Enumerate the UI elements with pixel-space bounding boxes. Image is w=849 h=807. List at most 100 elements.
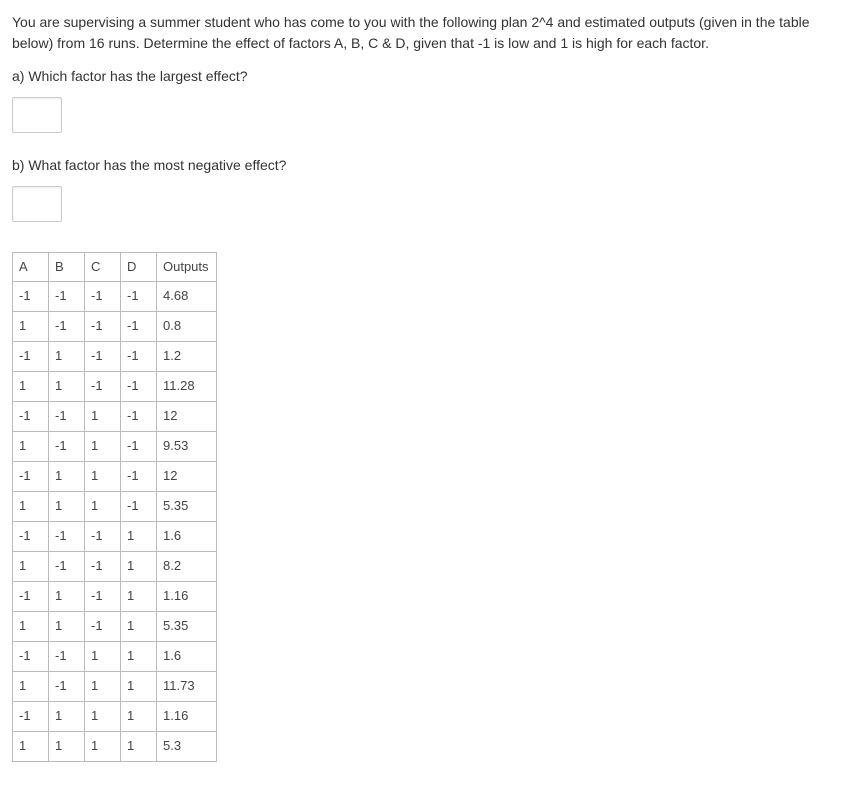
problem-intro: You are supervising a summer student who… (12, 12, 837, 54)
table-row: 1-11111.73 (13, 671, 217, 701)
table-cell: 8.2 (157, 551, 217, 581)
table-cell: -1 (85, 611, 121, 641)
table-cell: 1 (49, 491, 85, 521)
table-cell: 11.73 (157, 671, 217, 701)
data-table: A B C D Outputs -1-1-1-14.681-1-1-10.8-1… (12, 252, 217, 762)
table-cell: -1 (121, 371, 157, 401)
table-cell: 9.53 (157, 431, 217, 461)
table-row: -11-111.16 (13, 581, 217, 611)
table-cell: 1 (85, 491, 121, 521)
table-cell: -1 (13, 521, 49, 551)
table-cell: -1 (49, 521, 85, 551)
table-cell: -1 (13, 281, 49, 311)
table-cell: 1 (13, 671, 49, 701)
table-cell: -1 (13, 581, 49, 611)
table-cell: -1 (13, 401, 49, 431)
table-cell: 1 (85, 641, 121, 671)
table-cell: -1 (13, 641, 49, 671)
table-cell: -1 (85, 551, 121, 581)
table-cell: -1 (49, 281, 85, 311)
question-b: b) What factor has the most negative eff… (12, 155, 837, 176)
table-cell: -1 (13, 461, 49, 491)
table-row: 11-1-111.28 (13, 371, 217, 401)
table-cell: -1 (13, 701, 49, 731)
table-cell: -1 (121, 281, 157, 311)
table-cell: 5.35 (157, 611, 217, 641)
table-cell: -1 (121, 491, 157, 521)
table-row: 1-11-19.53 (13, 431, 217, 461)
header-c: C (85, 253, 121, 282)
table-cell: -1 (49, 311, 85, 341)
table-cell: 1 (13, 491, 49, 521)
table-cell: -1 (85, 281, 121, 311)
table-row: 1-1-118.2 (13, 551, 217, 581)
table-cell: 1 (13, 371, 49, 401)
table-cell: -1 (121, 401, 157, 431)
table-cell: 1 (49, 371, 85, 401)
table-cell: 1 (13, 611, 49, 641)
table-cell: 1.6 (157, 641, 217, 671)
table-cell: 1 (85, 431, 121, 461)
answer-a-input[interactable] (12, 97, 62, 133)
table-cell: 1 (121, 521, 157, 551)
table-row: 11-115.35 (13, 611, 217, 641)
table-cell: -1 (121, 431, 157, 461)
table-cell: -1 (49, 431, 85, 461)
table-row: -1-1-1-14.68 (13, 281, 217, 311)
table-cell: 1 (13, 731, 49, 761)
table-cell: 1 (121, 731, 157, 761)
table-cell: -1 (49, 671, 85, 701)
header-outputs: Outputs (157, 253, 217, 282)
table-cell: 1.16 (157, 701, 217, 731)
table-cell: -1 (85, 581, 121, 611)
table-cell: 1 (121, 581, 157, 611)
question-a: a) Which factor has the largest effect? (12, 66, 837, 87)
table-cell: 1.2 (157, 341, 217, 371)
table-cell: 1 (121, 611, 157, 641)
table-cell: -1 (85, 341, 121, 371)
table-cell: 1 (121, 551, 157, 581)
table-row: 11115.3 (13, 731, 217, 761)
table-row: -11111.16 (13, 701, 217, 731)
table-row: -111-112 (13, 461, 217, 491)
header-b: B (49, 253, 85, 282)
table-row: -1-1111.6 (13, 641, 217, 671)
table-cell: 1 (49, 461, 85, 491)
table-cell: 1 (85, 461, 121, 491)
table-row: 1-1-1-10.8 (13, 311, 217, 341)
table-cell: -1 (13, 341, 49, 371)
table-cell: 1 (49, 701, 85, 731)
table-cell: 1 (49, 611, 85, 641)
table-cell: 1 (13, 431, 49, 461)
table-cell: 0.8 (157, 311, 217, 341)
table-cell: 1 (13, 311, 49, 341)
table-cell: -1 (121, 461, 157, 491)
table-cell: 1 (85, 401, 121, 431)
table-cell: 1 (121, 671, 157, 701)
table-cell: 12 (157, 401, 217, 431)
table-cell: -1 (85, 311, 121, 341)
table-cell: 1.6 (157, 521, 217, 551)
table-header-row: A B C D Outputs (13, 253, 217, 282)
table-cell: 4.68 (157, 281, 217, 311)
table-cell: 1.16 (157, 581, 217, 611)
table-row: -11-1-11.2 (13, 341, 217, 371)
table-cell: 1 (49, 341, 85, 371)
table-cell: 1 (13, 551, 49, 581)
table-cell: 1 (49, 731, 85, 761)
table-cell: 1 (85, 701, 121, 731)
table-row: 111-15.35 (13, 491, 217, 521)
table-cell: 11.28 (157, 371, 217, 401)
table-cell: 1 (49, 581, 85, 611)
table-cell: 1 (121, 701, 157, 731)
header-a: A (13, 253, 49, 282)
table-cell: 1 (121, 641, 157, 671)
header-d: D (121, 253, 157, 282)
answer-b-input[interactable] (12, 186, 62, 222)
table-cell: -1 (49, 551, 85, 581)
table-row: -1-11-112 (13, 401, 217, 431)
table-cell: -1 (121, 341, 157, 371)
table-cell: -1 (49, 641, 85, 671)
table-cell: 12 (157, 461, 217, 491)
table-row: -1-1-111.6 (13, 521, 217, 551)
